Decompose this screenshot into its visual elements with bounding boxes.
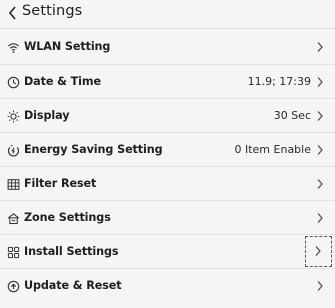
home-icon — [7, 212, 20, 224]
settings-row-value: 11.9; 17:39 — [247, 75, 311, 88]
chevron-right-icon — [317, 144, 323, 155]
clock-icon — [7, 76, 20, 88]
chevron-right-icon — [317, 76, 323, 87]
settings-row-display[interactable]: Display 30 Sec — [0, 98, 335, 132]
settings-row-label: Zone Settings — [24, 211, 111, 224]
settings-row-label: Filter Reset — [24, 177, 97, 190]
wifi-icon — [8, 42, 19, 53]
chevron-right-icon — [317, 41, 323, 52]
sun-icon — [7, 110, 20, 122]
chevron-right-icon — [317, 280, 323, 291]
settings-row-label: Install Settings — [24, 245, 119, 258]
energy-icon — [7, 144, 20, 156]
settings-row-label: Date & Time — [24, 75, 101, 88]
update-icon — [7, 280, 20, 292]
settings-row-value: 0 Item Enable — [234, 143, 311, 156]
chevron-right-icon — [317, 110, 323, 121]
settings-row-label: Energy Saving Setting — [24, 143, 163, 156]
settings-row-label: WLAN Setting — [24, 40, 111, 53]
install-settings-chevron-button[interactable] — [305, 235, 332, 267]
settings-row-energy-saving[interactable]: Energy Saving Setting 0 Item Enable — [0, 132, 335, 166]
settings-row-wlan[interactable]: WLAN Setting — [0, 28, 335, 64]
settings-list: WLAN Setting Date & Time 11.9; 17:39 Dis… — [0, 28, 335, 302]
settings-row-zone-settings[interactable]: Zone Settings — [0, 200, 335, 234]
settings-row-label: Display — [24, 109, 70, 122]
settings-row-filter-reset[interactable]: Filter Reset — [0, 166, 335, 200]
chevron-right-icon — [315, 246, 321, 256]
settings-row-value: 30 Sec — [273, 109, 311, 122]
chevron-right-icon — [317, 212, 323, 223]
settings-row-update-reset[interactable]: Update & Reset — [0, 268, 335, 302]
settings-row-label: Update & Reset — [24, 279, 122, 292]
back-chevron-icon[interactable] — [7, 5, 19, 21]
page-title: Settings — [22, 3, 83, 19]
grid-icon — [7, 178, 20, 190]
header: Settings — [0, 0, 335, 28]
settings-row-install-settings[interactable]: Install Settings — [0, 234, 335, 268]
settings-row-date-time[interactable]: Date & Time 11.9; 17:39 — [0, 64, 335, 98]
apps-icon — [7, 246, 20, 258]
chevron-right-icon — [317, 178, 323, 189]
